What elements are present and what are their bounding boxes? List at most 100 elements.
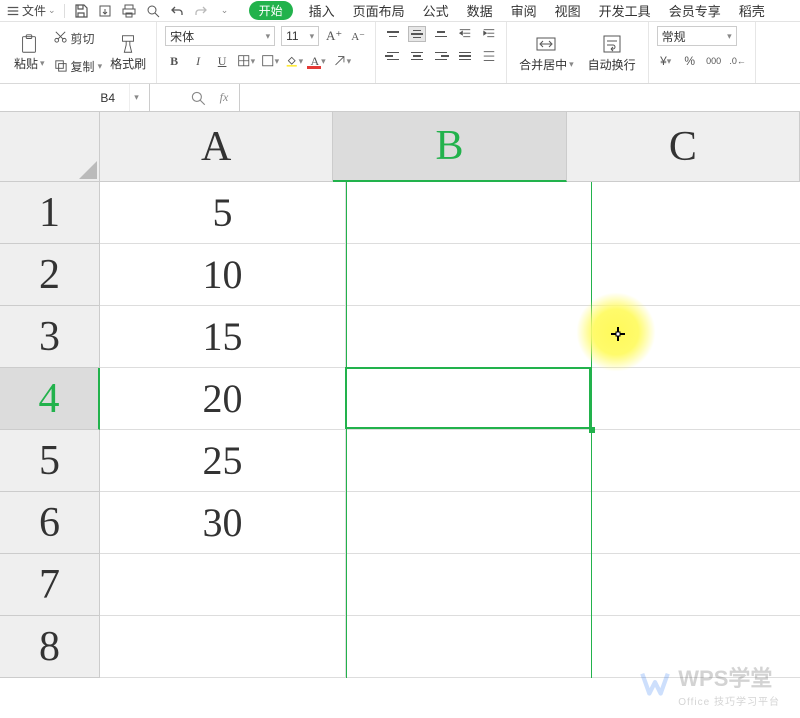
tab-formulas[interactable]: 公式 [421,0,451,22]
percent-icon[interactable]: % [681,52,699,70]
row-header-6[interactable]: 6 [0,492,100,554]
cell-A6[interactable]: 30 [100,492,346,554]
name-box[interactable]: B4 ▾ [0,84,150,111]
cell-B7[interactable] [346,554,592,616]
font-group: 宋体 ▾ 11 ▾ A⁺ A⁻ B I U ▾ ▾ ▾ A▾ ▾ [157,22,376,83]
comma-icon[interactable]: 000 [705,52,723,70]
increase-font-icon[interactable]: A⁺ [325,27,343,45]
cell-B6[interactable] [346,492,592,554]
cell-B3[interactable] [346,306,592,368]
cell-C1[interactable] [592,182,800,244]
increase-decimal-icon[interactable]: .0← [729,52,747,70]
tab-home[interactable]: 开始 [249,1,293,20]
fx-controls: fx [150,84,240,111]
chevron-down-icon: ▾ [727,31,732,42]
cell-C4[interactable] [592,368,800,430]
cell-B8[interactable] [346,616,592,678]
cell-B2[interactable] [346,244,592,306]
cell-C6[interactable] [592,492,800,554]
cell-B5[interactable] [346,430,592,492]
top-menu-bar: 文件 ⌄ ⌄ 开始 插入 页面布局 公式 数据 审阅 视图 开发工具 会员专享 … [0,0,800,22]
tab-data[interactable]: 数据 [465,0,495,22]
decrease-indent-button[interactable] [456,26,474,42]
cell-A3[interactable]: 15 [100,306,346,368]
tab-insert[interactable]: 插入 [307,0,337,22]
paste-button[interactable]: 粘贴▾ [12,31,47,74]
row-header-2[interactable]: 2 [0,244,100,306]
hamburger-icon [6,4,20,18]
font-name-select[interactable]: 宋体 ▾ [165,26,275,46]
fill-handle[interactable] [589,427,595,433]
font-color-button[interactable]: A▾ [309,52,327,70]
row-header-8[interactable]: 8 [0,616,100,678]
ribbon: 粘贴▾ 剪切 复制 ▾ 格式刷 宋体 ▾ 11 [0,22,800,84]
align-bottom-button[interactable] [432,26,450,42]
tab-member[interactable]: 会员专享 [667,0,723,22]
print-preview-icon[interactable] [145,3,161,19]
align-center-button[interactable] [408,48,426,64]
cell-C7[interactable] [592,554,800,616]
tab-page-layout[interactable]: 页面布局 [351,0,407,22]
column-header-B[interactable]: B [333,112,566,182]
clear-format-button[interactable]: ▾ [333,52,351,70]
export-icon[interactable] [97,3,113,19]
undo-icon[interactable] [169,3,185,19]
tab-view[interactable]: 视图 [553,0,583,22]
cell-A5[interactable]: 25 [100,430,346,492]
cells-area[interactable]: 51015202530 [100,182,800,718]
cell-style-button[interactable]: ▾ [261,52,279,70]
align-middle-button[interactable] [408,26,426,42]
justify-button[interactable] [456,48,474,64]
row-header-7[interactable]: 7 [0,554,100,616]
qat-customize-icon[interactable]: ⌄ [217,3,233,19]
tab-docer[interactable]: 稻壳 [737,0,767,22]
italic-button[interactable]: I [189,52,207,70]
format-painter-button[interactable]: 格式刷 [108,31,148,74]
merge-center-button[interactable]: 合并居中▾ [515,32,578,73]
border-button[interactable]: ▾ [237,52,255,70]
cell-B4[interactable] [346,368,592,430]
chevron-down-icon: ▾ [310,31,315,42]
file-menu[interactable]: 文件 ⌄ [4,2,62,19]
row-header-4[interactable]: 4 [0,368,100,430]
redo-icon[interactable] [193,3,209,19]
print-icon[interactable] [121,3,137,19]
cut-button[interactable]: 剪切 [53,29,103,47]
distribute-button[interactable] [480,48,498,64]
fill-color-button[interactable]: ▾ [285,52,303,70]
cell-A4[interactable]: 20 [100,368,346,430]
cell-A8[interactable] [100,616,346,678]
select-all-corner[interactable] [0,112,100,182]
save-icon[interactable] [73,3,89,19]
cell-A1[interactable]: 5 [100,182,346,244]
cell-B1[interactable] [346,182,592,244]
row-headers: 12345678 [0,182,100,718]
increase-indent-button[interactable] [480,26,498,42]
cell-A2[interactable]: 10 [100,244,346,306]
zoom-lens-icon[interactable] [189,89,207,107]
align-right-button[interactable] [432,48,450,64]
row-header-1[interactable]: 1 [0,182,100,244]
tab-review[interactable]: 审阅 [509,0,539,22]
decrease-font-icon[interactable]: A⁻ [349,27,367,45]
underline-button[interactable]: U [213,52,231,70]
number-format-select[interactable]: 常规 ▾ [657,26,737,46]
column-header-A[interactable]: A [100,112,333,182]
row-header-5[interactable]: 5 [0,430,100,492]
copy-button[interactable]: 复制 ▾ [53,58,103,76]
cell-C5[interactable] [592,430,800,492]
cell-C8[interactable] [592,616,800,678]
font-size-select[interactable]: 11 ▾ [281,26,319,46]
bold-button[interactable]: B [165,52,183,70]
align-left-button[interactable] [384,48,402,64]
column-header-C[interactable]: C [567,112,800,182]
wrap-text-button[interactable]: 自动换行 [584,32,640,73]
name-box-dropdown[interactable]: ▾ [129,84,143,111]
formula-input[interactable] [240,84,800,111]
align-top-button[interactable] [384,26,402,42]
currency-icon[interactable]: ¥▾ [657,52,675,70]
row-header-3[interactable]: 3 [0,306,100,368]
cell-A7[interactable] [100,554,346,616]
tab-developer[interactable]: 开发工具 [597,0,653,22]
fx-icon[interactable]: fx [215,89,233,107]
